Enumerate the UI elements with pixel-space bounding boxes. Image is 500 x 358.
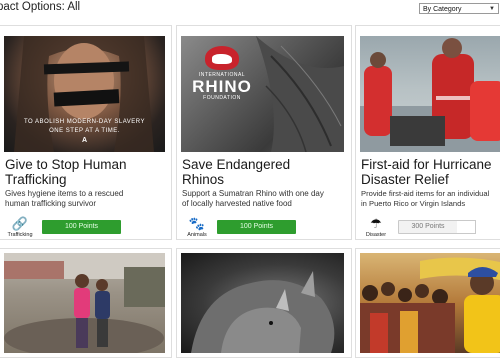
category-badge: 🔗 Trafficking (3, 216, 37, 238)
org-logo: A (82, 137, 88, 144)
page-title: pact Options: All (0, 1, 81, 13)
impact-card-hurricane[interactable]: First-aid for Hurricane Disaster Relief … (355, 25, 500, 240)
parachute-icon: ☂ (370, 216, 382, 231)
card-image (4, 253, 165, 353)
page-header: pact Options: All By Category ▼ (0, 0, 500, 20)
rescue-workers-illustration (360, 38, 500, 152)
rhino-photo-illustration (191, 271, 335, 353)
category-badge: ☂ Disaster (359, 216, 393, 238)
card-desc-line1: Support a Sumatran Rhino with one day (182, 189, 324, 198)
card-title[interactable]: Give to Stop Human Trafficking (5, 157, 170, 187)
card-desc-line2: in Puerto Rico or Virgin Islands (361, 199, 466, 208)
card-description: Support a Sumatran Rhino with one day of… (182, 189, 347, 209)
logo-text-line2: RHINO (192, 77, 252, 96)
redeem-points-button[interactable]: 100 Points (42, 220, 121, 234)
card-title-line1: Give to Stop Human (5, 157, 127, 172)
chevron-down-icon: ▼ (489, 6, 495, 12)
card-title-line1: First-aid for Hurricane (361, 157, 492, 172)
card-title-line2: Trafficking (5, 172, 67, 187)
woman-portrait-illustration (14, 36, 154, 152)
points-button-extension (457, 220, 476, 234)
card-title[interactable]: Save Endangered Rhinos (182, 157, 347, 187)
card-image (360, 36, 500, 152)
card-desc-line2: of locally harvested native food (182, 199, 292, 208)
card-description: Provide first-aid items for an individua… (361, 189, 500, 209)
sort-select[interactable]: By Category ▼ (419, 3, 499, 14)
card-image (181, 253, 344, 353)
category-label: Animals (187, 232, 207, 238)
card-desc-line1: Provide first-aid items for an individua… (361, 189, 490, 198)
card-title-line2: Disaster Relief (361, 172, 449, 187)
card-title-line1: Save Endangered (182, 157, 291, 172)
category-label: Trafficking (7, 232, 33, 238)
sort-select-label: By Category (423, 6, 462, 13)
card-title-line2: Rhinos (182, 172, 225, 187)
card-image (360, 253, 500, 353)
impact-card-row2-1[interactable] (0, 248, 172, 358)
card-image: INTERNATIONAL RHINO FOUNDATION (181, 36, 344, 152)
impact-card-row2-2[interactable] (176, 248, 352, 358)
redeem-points-button-disabled[interactable]: 300 Points (398, 220, 458, 234)
impact-card-trafficking[interactable]: TO ABOLISH MODERN-DAY SLAVERY ONE STEP A… (0, 25, 172, 240)
image-caption-line1: TO ABOLISH MODERN-DAY SLAVERY (24, 119, 145, 125)
impact-card-rhinos[interactable]: INTERNATIONAL RHINO FOUNDATION Save Enda… (176, 25, 352, 240)
card-image: TO ABOLISH MODERN-DAY SLAVERY ONE STEP A… (4, 36, 165, 152)
redeem-points-button[interactable]: 100 Points (217, 220, 296, 234)
card-desc-line1: Gives hygiene items to a rescued (5, 189, 124, 198)
children-photo-illustration (4, 253, 165, 353)
category-badge: 🐾 Animals (180, 216, 214, 238)
paw-icon: 🐾 (188, 216, 206, 231)
card-desc-line2: human trafficking survivor (5, 199, 96, 208)
card-description: Gives hygiene items to a rescued human t… (5, 189, 170, 209)
image-caption-line2: ONE STEP AT A TIME. (49, 128, 120, 134)
crowd-photo-illustration (360, 257, 500, 353)
category-label: Disaster (365, 232, 387, 238)
link-icon: 🔗 (11, 216, 29, 231)
rhino-foundation-logo: INTERNATIONAL RHINO FOUNDATION (189, 46, 255, 101)
impact-card-row2-3[interactable] (355, 248, 500, 358)
card-title[interactable]: First-aid for Hurricane Disaster Relief (361, 157, 500, 187)
